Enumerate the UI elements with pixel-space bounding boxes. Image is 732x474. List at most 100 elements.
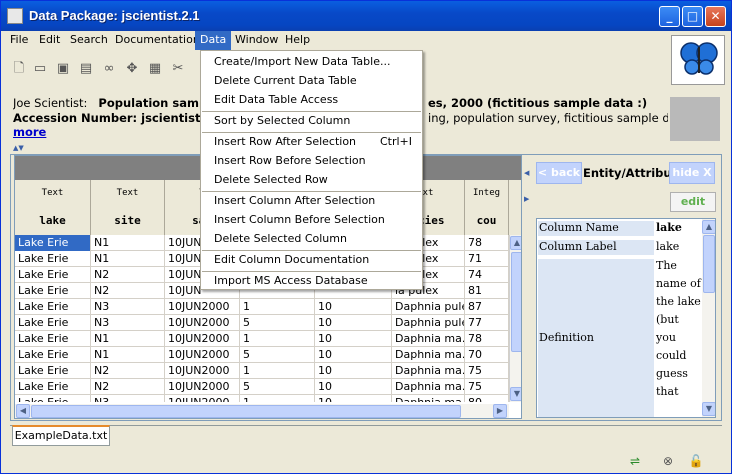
table-cell[interactable]: 75 [465,379,509,395]
table-row[interactable]: Lake ErieN310JUN2000110Daphnia pulex87 [15,299,509,315]
table-cell[interactable]: Lake Erie [15,331,91,347]
table-cell[interactable]: N3 [91,315,165,331]
column-header[interactable]: Text lake [15,180,91,235]
table-cell[interactable]: Lake Erie [15,251,91,267]
table-cell[interactable]: Lake Erie [15,283,91,299]
table-cell[interactable]: 1 [240,395,315,402]
maximize-button[interactable]: □ [682,6,703,27]
network-status-icon[interactable]: ⇌ [626,452,644,470]
menu-edit[interactable]: Edit [34,31,65,50]
column-label-value[interactable]: lake [654,240,704,253]
definition-value[interactable]: The name of the lake (but you could gues… [654,257,702,401]
menu-documentation[interactable]: Documentation [110,31,205,50]
print-icon[interactable]: ▦ [147,61,163,77]
table-cell[interactable]: 1 [240,363,315,379]
table-cell[interactable]: 5 [240,379,315,395]
menu-data[interactable]: Data [195,31,232,50]
data-menu-item[interactable]: Delete Selected Column [201,230,422,249]
table-cell[interactable]: N2 [91,283,165,299]
table-row[interactable]: Lake Erie N2 10JUN2000 5 10 Daphnia ma... 75 [15,379,509,395]
save-copy-icon[interactable]: ▤ [78,61,94,77]
data-menu-item[interactable]: Insert Row Before Selection [201,152,422,171]
table-cell[interactable]: Lake Erie [15,347,91,363]
table-cell[interactable]: 77 [465,315,509,331]
data-menu-item[interactable]: Sort by Selected Column [201,112,422,131]
table-cell[interactable]: 81 [465,283,509,299]
data-menu-item[interactable]: Insert Row After Selection Ctrl+I [201,133,422,152]
table-cell[interactable]: Lake Erie [15,363,91,379]
table-cell[interactable]: 10 [315,363,392,379]
table-row[interactable]: Lake ErieN310JUN2000110Daphnia ma...80 [15,395,509,402]
table-cell[interactable]: 70 [465,347,509,363]
table-cell[interactable]: 10 [315,331,392,347]
data-menu-item[interactable]: Insert Column After Selection [201,192,422,211]
table-cell[interactable]: 10JUN2000 [165,331,240,347]
table-cell[interactable]: Lake Erie [15,315,91,331]
table-cell[interactable]: N3 [91,395,165,402]
open-folder-icon[interactable]: ▭ [32,61,48,77]
close-button[interactable]: ✕ [705,6,726,27]
lock-icon[interactable]: 🔓 [687,452,705,470]
column-header[interactable]: Integ cou [465,180,509,235]
table-cell[interactable]: 10 [315,347,392,363]
table-row[interactable]: Lake Erie N1 10JUN2000 1 10 Daphnia ma... 78 [15,331,509,347]
menu-file[interactable]: File [5,31,33,50]
table-cell[interactable]: 80 [465,395,509,402]
table-cell[interactable]: Daphnia pulex [392,299,465,315]
table-cell[interactable]: 10 [315,299,392,315]
table-cell[interactable]: N1 [91,251,165,267]
table-cell[interactable]: 10 [315,379,392,395]
table-cell[interactable]: 1 [240,299,315,315]
table-cell[interactable]: 78 [465,235,509,251]
save-icon[interactable]: ▣ [55,61,71,77]
tab-exampledata[interactable]: ExampleData.txt [12,425,110,446]
table-cell[interactable]: N1 [91,347,165,363]
table-cell[interactable]: 10JUN2000 [165,347,240,363]
data-menu-item[interactable]: Edit Column Documentation [201,251,422,270]
table-cell[interactable]: Daphnia ma... [392,331,465,347]
menu-help[interactable]: Help [280,31,315,50]
tools-icon[interactable]: ✂ [170,61,186,77]
title-bar[interactable]: Data Package: jscientist.2.1 _ □ ✕ [1,1,731,31]
column-name-value[interactable]: lake [654,221,704,234]
splitter-left-icon[interactable]: ◀ [524,169,529,177]
table-cell[interactable]: N2 [91,363,165,379]
table-horizontal-scrollbar[interactable]: ◀ ▶ [15,404,509,418]
minimize-button[interactable]: _ [659,6,680,27]
table-cell[interactable]: Lake Erie [15,267,91,283]
table-cell[interactable]: N2 [91,267,165,283]
table-cell[interactable]: N1 [91,235,165,251]
table-cell[interactable]: Daphnia ma... [392,395,465,402]
table-cell[interactable]: 10JUN2000 [165,379,240,395]
table-cell[interactable]: Daphnia ma... [392,379,465,395]
table-cell[interactable]: 10JUN2000 [165,315,240,331]
edit-button[interactable]: edit [670,192,716,212]
table-row[interactable]: Lake ErieN310JUN2000510Daphnia pulex77 [15,315,509,331]
table-vertical-scrollbar[interactable]: ▲ ▼ [509,235,521,402]
table-cell[interactable]: 10JUN2000 [165,363,240,379]
scroll-down-icon[interactable]: ▼ [510,387,521,401]
data-menu-item[interactable]: Import MS Access Database [201,272,422,291]
attr-scroll-down-icon[interactable]: ▼ [702,402,715,416]
table-cell[interactable]: Lake Erie [15,235,91,251]
table-cell[interactable]: 74 [465,267,509,283]
data-menu-item[interactable]: Create/Import New Data Table... [201,53,422,72]
table-cell[interactable]: 10 [315,395,392,402]
table-cell[interactable]: 78 [465,331,509,347]
data-menu-item[interactable]: Insert Column Before Selection [201,211,422,230]
disconnected-icon[interactable]: ⊗ [659,452,677,470]
column-header[interactable]: Text site [91,180,165,235]
more-link[interactable]: more [13,125,46,139]
scroll-thumb[interactable] [511,252,521,352]
data-menu-item[interactable]: Delete Current Data Table [201,72,422,91]
table-row[interactable]: Lake Erie N1 10JUN2000 5 10 Daphnia ma... 70 [15,347,509,363]
attr-scroll-thumb[interactable] [703,235,715,293]
split-collapse-icon[interactable]: ▲▼ [13,144,24,152]
table-cell[interactable]: 5 [240,315,315,331]
scroll-up-icon[interactable]: ▲ [510,236,521,250]
table-cell[interactable]: Daphnia pulex [392,315,465,331]
table-cell[interactable]: N1 [91,331,165,347]
table-cell[interactable]: 5 [240,347,315,363]
menu-search[interactable]: Search [65,31,113,50]
table-cell[interactable]: 71 [465,251,509,267]
